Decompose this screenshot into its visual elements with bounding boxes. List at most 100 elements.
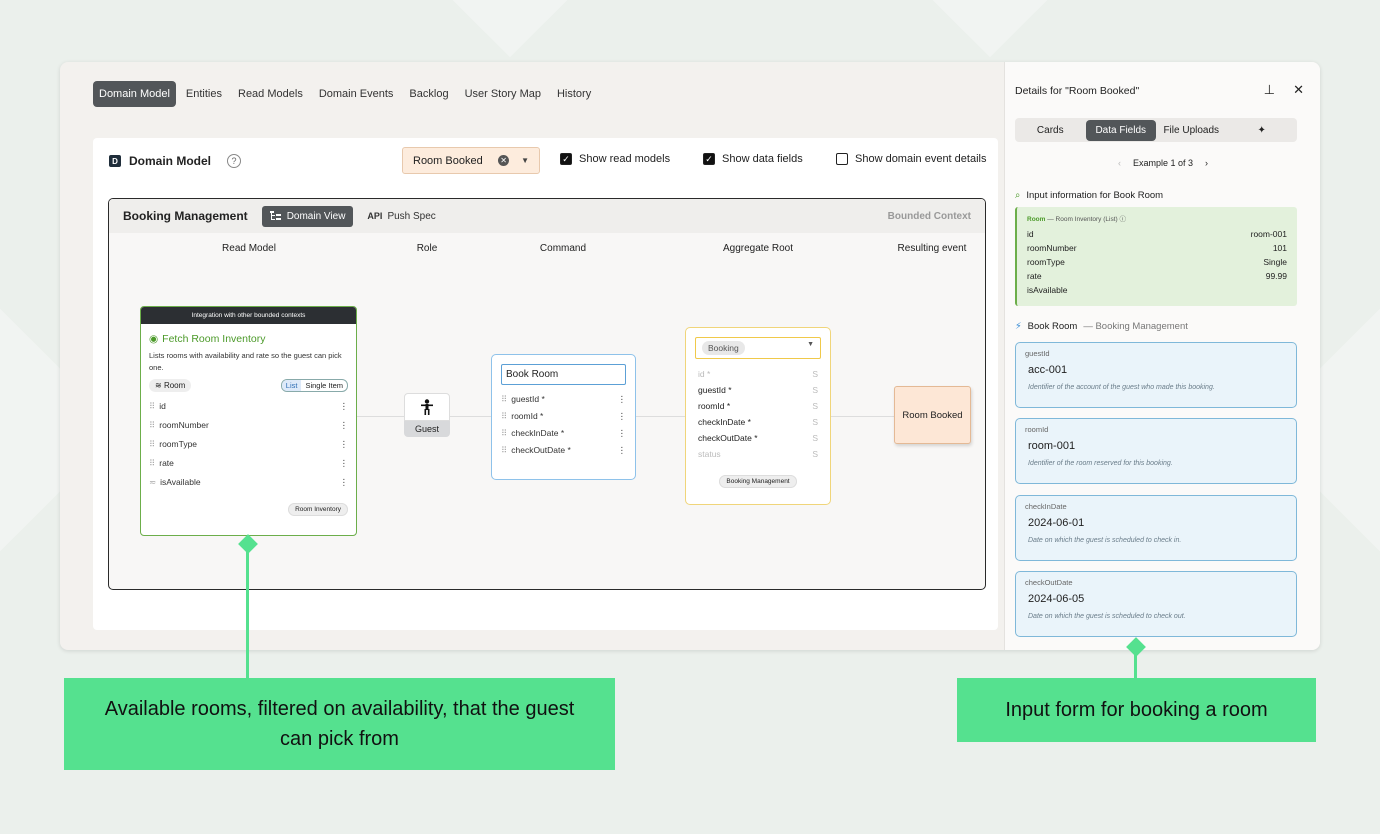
main-canvas: D Domain Model ? Room Booked ✕ ▼ ✓ Show … — [93, 138, 998, 630]
tab-cards[interactable]: Cards — [1015, 120, 1086, 141]
kebab-menu-icon[interactable]: ⋮ — [618, 445, 627, 456]
chevron-down-icon[interactable]: ▼ — [521, 156, 529, 165]
read-model-name[interactable]: ◉ Fetch Room Inventory — [141, 324, 356, 350]
tab-user-story-map[interactable]: User Story Map — [459, 81, 547, 107]
read-model-description: Lists rooms with availability and rate s… — [149, 351, 342, 372]
panel-actions: ⊥ ✕ — [1264, 82, 1304, 98]
field-name: status — [698, 449, 721, 459]
drag-handle-icon[interactable]: ⠿ — [149, 420, 155, 430]
checkbox-checked-icon[interactable]: ✓ — [560, 153, 572, 165]
drag-handle-icon[interactable]: ⠿ — [501, 428, 507, 438]
chevron-left-icon[interactable]: ‹ — [1118, 158, 1121, 168]
kebab-menu-icon[interactable]: ⋮ — [618, 428, 627, 439]
example-value: 99.99 — [1265, 271, 1287, 281]
checkbox-label: Show read models — [579, 153, 671, 165]
entity-name: Room — [163, 381, 186, 390]
tab-backlog[interactable]: Backlog — [403, 81, 454, 107]
kebab-menu-icon[interactable]: ⋮ — [618, 394, 627, 405]
sparkle-icon[interactable]: ✦ — [1227, 120, 1298, 141]
command-field[interactable]: ⠿ checkOutDate * ⋮ — [501, 442, 626, 459]
event-card-room-booked[interactable]: Room Booked — [894, 386, 971, 444]
example-key: id — [1027, 229, 1034, 239]
field-value[interactable]: room-001 — [1025, 434, 1287, 460]
aggregate-field[interactable]: guestId * S — [695, 382, 821, 398]
command-field[interactable]: ⠿ guestId * ⋮ — [501, 391, 626, 408]
aggregate-field[interactable]: checkInDate * S — [695, 414, 821, 430]
drag-handle-icon[interactable]: ⠿ — [501, 445, 507, 455]
read-model-example-header: Room — Room Inventory (List) ⓘ — [1027, 213, 1287, 223]
tab-entities[interactable]: Entities — [180, 81, 228, 107]
toggle-single-item[interactable]: Single Item — [301, 380, 347, 391]
read-model-field[interactable]: ⠿ rate ⋮ — [141, 454, 356, 473]
read-model-entity: ≋ Room List Single Item — [141, 374, 356, 397]
checkbox-unchecked-icon[interactable] — [836, 153, 848, 165]
kebab-menu-icon[interactable]: ⋮ — [340, 477, 349, 488]
example-label: Example 1 of 3 — [1132, 158, 1194, 168]
entity-pill[interactable]: ≋ Room — [149, 379, 192, 392]
kebab-menu-icon[interactable]: ⋮ — [340, 439, 349, 450]
kebab-menu-icon[interactable]: ⋮ — [340, 420, 349, 431]
context-title: Booking Management — [123, 209, 248, 223]
command-name-input[interactable]: Book Room — [501, 364, 626, 385]
read-model-field[interactable]: ≂ isAvailable ⋮ — [141, 473, 356, 492]
kebab-menu-icon[interactable]: ⋮ — [340, 401, 349, 412]
filter-icon[interactable]: ≂ — [149, 477, 156, 487]
clear-icon[interactable]: ✕ — [498, 155, 510, 166]
tab-read-models[interactable]: Read Models — [232, 81, 309, 107]
form-field-roomid[interactable]: roomId room-001 Identifier of the room r… — [1015, 418, 1297, 484]
chevron-right-icon[interactable]: › — [1205, 158, 1208, 168]
list-single-toggle[interactable]: List Single Item — [280, 379, 348, 392]
field-value[interactable]: 2024-06-01 — [1025, 511, 1287, 537]
panel-tabs: Cards Data Fields File Uploads ✦ — [1015, 118, 1297, 142]
form-field-checkindate[interactable]: checkInDate 2024-06-01 Date on which the… — [1015, 495, 1297, 561]
aggregate-field[interactable]: id * S — [695, 366, 821, 382]
checkbox-checked-icon[interactable]: ✓ — [703, 153, 715, 165]
role-card-guest[interactable]: Guest — [404, 393, 450, 441]
help-icon[interactable]: ? — [227, 154, 242, 168]
tab-data-fields[interactable]: Data Fields — [1085, 119, 1156, 141]
toggle-list[interactable]: List — [281, 380, 302, 391]
field-value[interactable]: acc-001 — [1025, 358, 1287, 384]
tab-history[interactable]: History — [551, 81, 597, 107]
tab-domain-model[interactable]: Domain Model — [93, 81, 176, 107]
command-field[interactable]: ⠿ checkInDate * ⋮ — [501, 425, 626, 442]
drag-handle-icon[interactable]: ⠿ — [501, 411, 507, 421]
event-select[interactable]: Room Booked ✕ ▼ — [402, 147, 540, 174]
field-name: isAvailable — [160, 477, 201, 487]
pin-icon[interactable]: ⊥ — [1264, 82, 1275, 98]
drag-handle-icon[interactable]: ⠿ — [149, 439, 155, 449]
connector-line — [636, 416, 685, 417]
checkbox-show-read-models[interactable]: ✓ Show read models — [560, 153, 670, 165]
form-field-checkoutdate[interactable]: checkOutDate 2024-06-05 Date on which th… — [1015, 571, 1297, 637]
tab-domain-events[interactable]: Domain Events — [313, 81, 400, 107]
drag-handle-icon[interactable]: ⠿ — [149, 458, 155, 468]
push-spec-button[interactable]: API Push Spec — [367, 211, 435, 222]
drag-handle-icon[interactable]: ⠿ — [149, 401, 155, 411]
book-room-heading: ⚡ Book Room — Booking Management — [1015, 321, 1188, 332]
aggregate-card[interactable]: Booking ▼ id * S guestId * S roomId * S che… — [685, 327, 831, 505]
chevron-down-icon[interactable]: ▼ — [807, 341, 814, 355]
domain-view-button[interactable]: Domain View — [261, 205, 354, 227]
form-field-guestid[interactable]: guestId acc-001 Identifier of the accoun… — [1015, 342, 1297, 408]
checkbox-show-domain-event-details[interactable]: Show domain event details — [836, 153, 986, 165]
domain-view-label: Domain View — [286, 210, 346, 222]
kebab-menu-icon[interactable]: ⋮ — [618, 411, 627, 422]
read-model-field[interactable]: ⠿ id ⋮ — [141, 397, 356, 416]
command-card[interactable]: Book Room ⠿ guestId * ⋮ ⠿ roomId * ⋮ ⠿ checkI… — [491, 354, 636, 480]
read-model-card[interactable]: Integration with other bounded contexts … — [140, 306, 357, 536]
drag-handle-icon[interactable]: ⠿ — [501, 394, 507, 404]
checkbox-show-data-fields[interactable]: ✓ Show data fields — [703, 153, 803, 165]
tab-file-uploads[interactable]: File Uploads — [1156, 120, 1227, 141]
command-field[interactable]: ⠿ roomId * ⋮ — [501, 408, 626, 425]
field-value[interactable]: 2024-06-05 — [1025, 587, 1287, 613]
example-key: rate — [1027, 271, 1042, 281]
read-model-field[interactable]: ⠿ roomType ⋮ — [141, 435, 356, 454]
aggregate-select[interactable]: Booking ▼ — [695, 337, 821, 359]
kebab-menu-icon[interactable]: ⋮ — [340, 458, 349, 469]
read-model-field[interactable]: ⠿ roomNumber ⋮ — [141, 416, 356, 435]
aggregate-field[interactable]: roomId * S — [695, 398, 821, 414]
checkbox-label: Show data fields — [722, 153, 803, 165]
aggregate-field[interactable]: status S — [695, 446, 821, 462]
aggregate-field[interactable]: checkOutDate * S — [695, 430, 821, 446]
close-icon[interactable]: ✕ — [1293, 82, 1304, 98]
